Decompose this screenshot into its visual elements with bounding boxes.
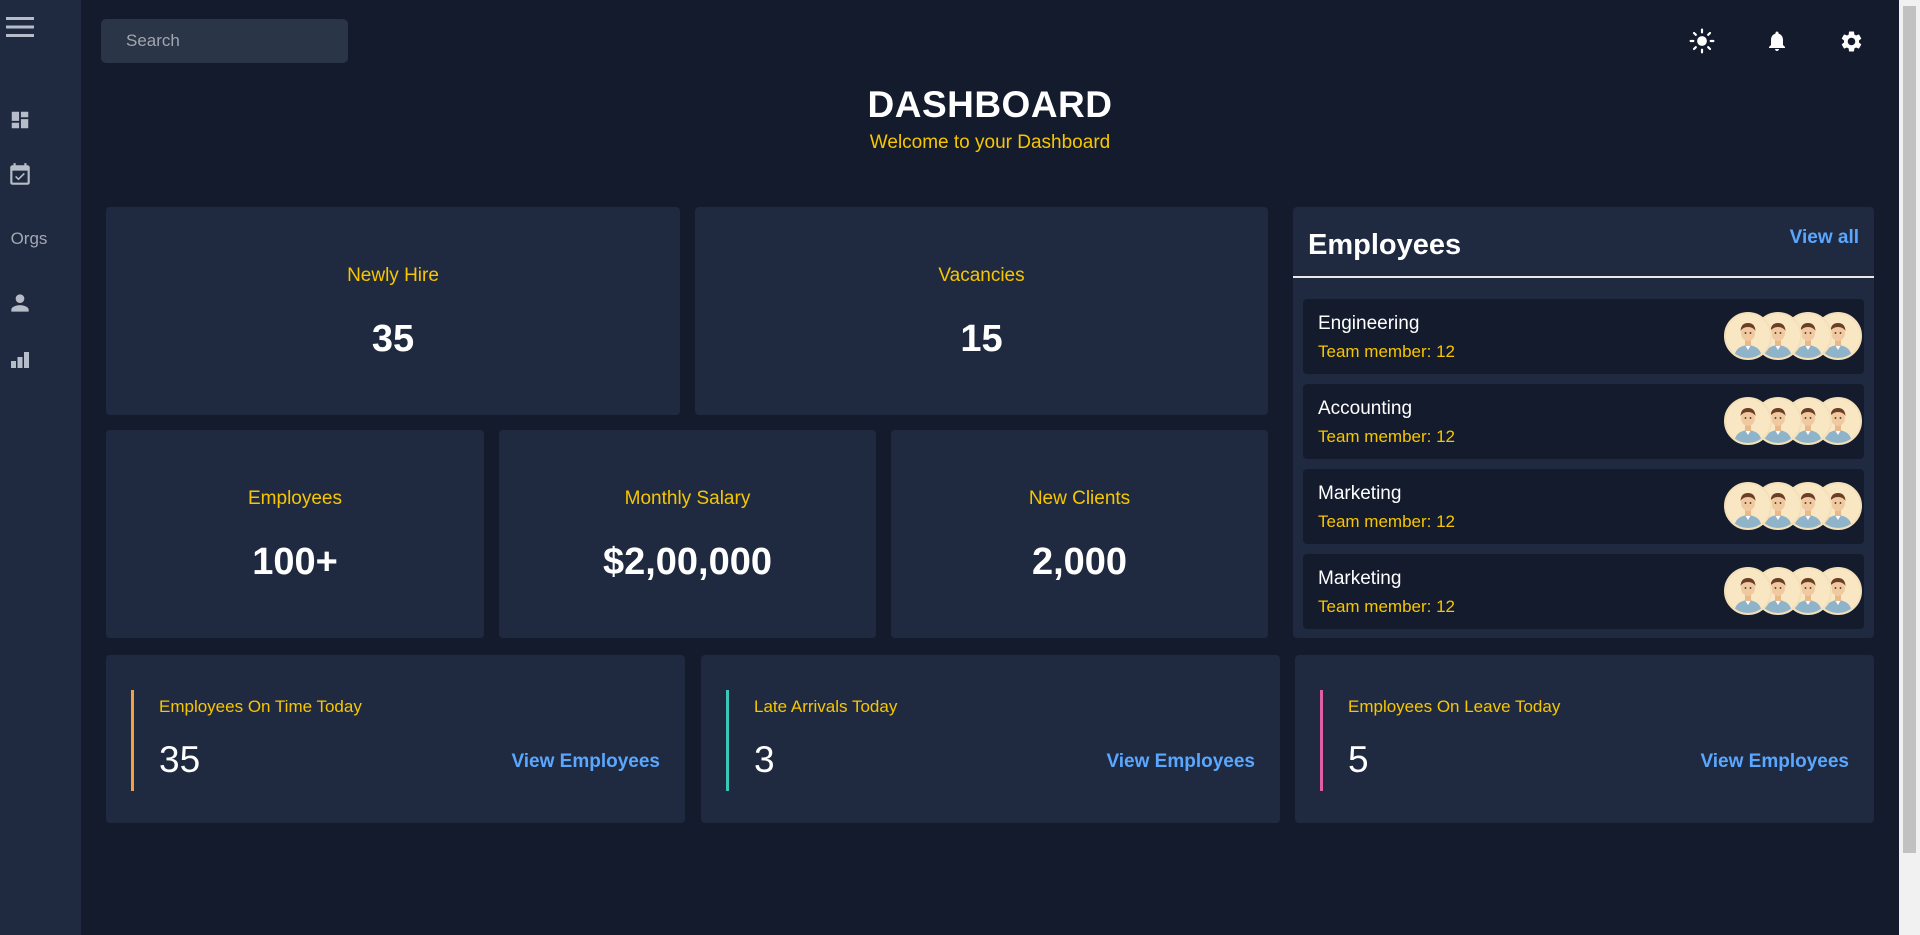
employees-stat-value: 100+: [252, 541, 338, 583]
accent-bar: [1320, 690, 1323, 791]
page-subtitle: Welcome to your Dashboard: [869, 132, 1111, 153]
monthly-salary-card: Monthly Salary $2,00,000: [499, 430, 876, 638]
avatar-group: [1724, 482, 1864, 532]
new-clients-value: 2,000: [1031, 541, 1128, 583]
department-row[interactable]: Marketing Team member: 12: [1303, 554, 1864, 629]
on-time-value: 35: [159, 739, 201, 780]
department-name: Marketing: [1318, 483, 1402, 504]
department-members: Team member: 12: [1318, 597, 1455, 616]
avatar: [1724, 312, 1772, 360]
department-row[interactable]: Engineering Team member: 12: [1303, 299, 1864, 374]
department-name: Accounting: [1318, 398, 1413, 419]
avatar-group: [1724, 312, 1864, 362]
department-members: Team member: 12: [1318, 512, 1455, 531]
notifications-bell-icon[interactable]: [1762, 26, 1792, 56]
new-clients-card: New Clients 2,000: [891, 430, 1268, 638]
bar-chart-icon[interactable]: [0, 345, 60, 375]
avatar: [1724, 567, 1772, 615]
avatar: [1724, 482, 1772, 530]
employees-stat-label: Employees: [248, 488, 342, 509]
on-leave-value: 5: [1348, 739, 1369, 780]
sidebar-section-orgs: Orgs: [10, 229, 48, 248]
calendar-check-icon[interactable]: [0, 160, 60, 190]
scrollbar-thumb[interactable]: [1903, 6, 1916, 853]
employees-panel-title: Employees: [1308, 229, 1462, 261]
late-arrivals-label: Late Arrivals Today: [754, 697, 898, 716]
vertical-scrollbar[interactable]: [1899, 0, 1920, 935]
department-name: Marketing: [1318, 568, 1402, 589]
avatar-group: [1724, 567, 1864, 617]
search-input[interactable]: [101, 19, 348, 63]
page-title: DASHBOARD: [867, 84, 1113, 125]
late-arrivals-card: Late Arrivals Today 3 View Employees: [701, 655, 1280, 823]
monthly-salary-label: Monthly Salary: [624, 488, 751, 509]
on-leave-label: Employees On Leave Today: [1348, 697, 1561, 716]
light-mode-icon[interactable]: [1687, 26, 1717, 56]
sidebar: Orgs: [0, 0, 81, 935]
department-members: Team member: 12: [1318, 342, 1455, 361]
employees-stat-card: Employees 100+: [106, 430, 484, 638]
accent-bar: [131, 690, 134, 791]
department-name: Engineering: [1318, 313, 1420, 334]
user-icon[interactable]: [0, 288, 60, 318]
avatar-group: [1724, 397, 1864, 447]
view-employees-link[interactable]: View Employees: [511, 751, 660, 773]
settings-gear-icon[interactable]: [1836, 26, 1866, 56]
divider: [1293, 276, 1874, 278]
new-clients-label: New Clients: [1028, 488, 1131, 509]
view-employees-link[interactable]: View Employees: [1106, 751, 1255, 773]
accent-bar: [726, 690, 729, 791]
menu-icon[interactable]: [0, 12, 60, 42]
department-row[interactable]: Accounting Team member: 12: [1303, 384, 1864, 459]
department-row[interactable]: Marketing Team member: 12: [1303, 469, 1864, 544]
newly-hire-value: 35: [371, 318, 415, 360]
on-time-label: Employees On Time Today: [159, 697, 362, 716]
newly-hire-label: Newly Hire: [347, 265, 439, 286]
late-arrivals-value: 3: [754, 739, 775, 780]
on-time-card: Employees On Time Today 35 View Employee…: [106, 655, 685, 823]
view-employees-link[interactable]: View Employees: [1700, 751, 1849, 773]
employees-panel: Employees View all Engineering Team memb…: [1293, 207, 1874, 638]
department-members: Team member: 12: [1318, 427, 1455, 446]
vacancies-card: Vacancies 15: [695, 207, 1268, 415]
avatar: [1724, 397, 1772, 445]
vacancies-label: Vacancies: [938, 265, 1025, 286]
on-leave-card: Employees On Leave Today 5 View Employee…: [1295, 655, 1874, 823]
monthly-salary-value: $2,00,000: [602, 541, 773, 583]
dashboard-icon[interactable]: [0, 106, 60, 134]
view-all-link[interactable]: View all: [1790, 227, 1859, 249]
vacancies-value: 15: [960, 318, 1003, 360]
newly-hire-card: Newly Hire 35: [106, 207, 680, 415]
